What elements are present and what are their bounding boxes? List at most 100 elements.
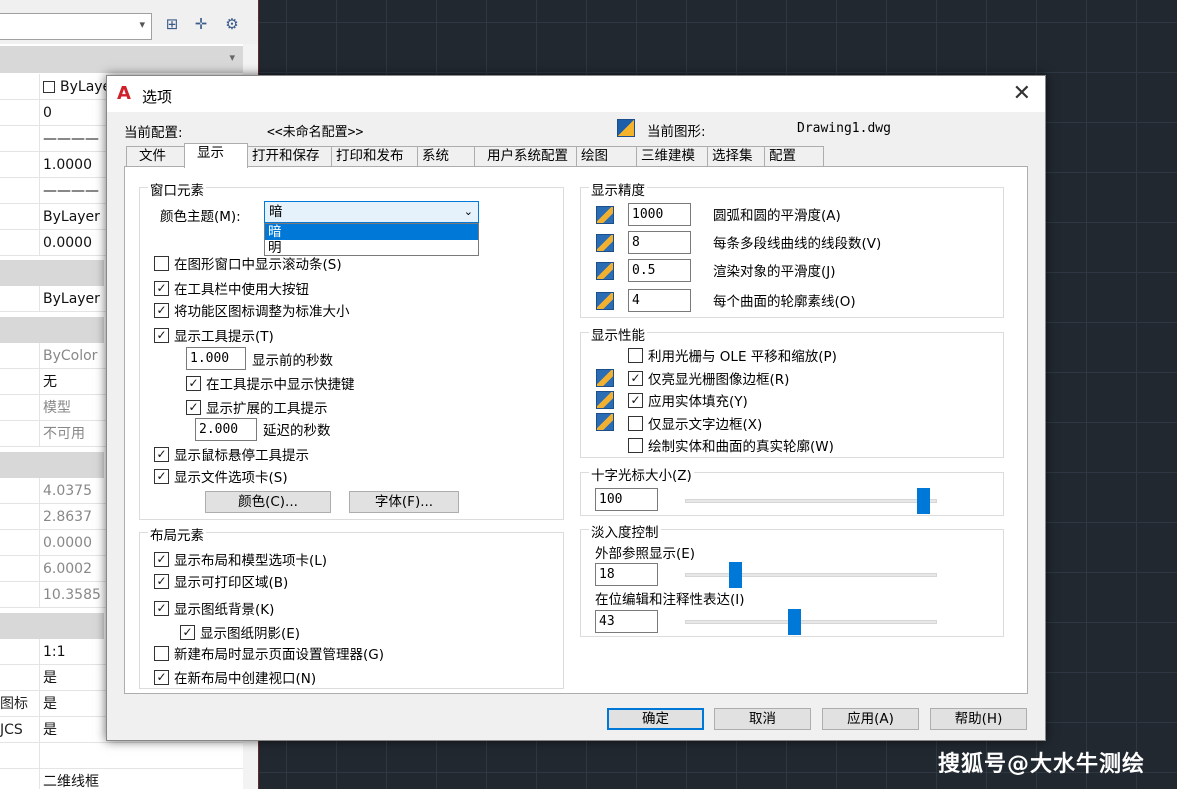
- properties-toolbar: ▾ ⊞ ✛ ⚙: [0, 0, 258, 44]
- checkbox[interactable]: [154, 255, 169, 271]
- slider-thumb[interactable]: [917, 488, 930, 514]
- crosshair-size-input[interactable]: 100: [595, 488, 658, 511]
- tab-files[interactable]: 文件: [126, 146, 185, 167]
- tab-drafting[interactable]: 绘图: [576, 146, 637, 167]
- fonts-button[interactable]: 字体(F)...: [349, 491, 459, 513]
- tab-display[interactable]: 显示: [184, 143, 248, 168]
- toggle-pickadd-icon[interactable]: ⊞: [162, 14, 182, 34]
- section-band[interactable]: [0, 260, 104, 286]
- checkbox[interactable]: ✓: [154, 327, 169, 343]
- drawing-saved-icon: [596, 391, 614, 409]
- tab-user-preferences[interactable]: 用户系统配置: [474, 146, 577, 167]
- polyline-segments-input[interactable]: 8: [628, 231, 691, 254]
- arc-smoothness-input[interactable]: 1000: [628, 203, 691, 226]
- chk-paper-shadow[interactable]: ✓ 显示图纸阴影(E): [180, 622, 300, 642]
- chk-page-setup-manager[interactable]: 新建布局时显示页面设置管理器(G): [154, 643, 384, 663]
- close-button[interactable]: ✕: [1013, 81, 1031, 106]
- contour-lines-input[interactable]: 4: [628, 289, 691, 312]
- drawing-saved-icon: [596, 206, 614, 224]
- chk-layout-tabs[interactable]: ✓ 显示布局和模型选项卡(L): [154, 549, 327, 569]
- ok-button[interactable]: 确定: [607, 708, 704, 730]
- chk-extended-tooltips[interactable]: ✓ 显示扩展的工具提示: [186, 397, 328, 417]
- checkbox[interactable]: ✓: [180, 624, 195, 640]
- autocad-logo-icon: A: [117, 83, 131, 104]
- options-dialog: A 选项 ✕ 当前配置: <<未命名配置>> 当前图形: Drawing1.dw…: [106, 75, 1046, 741]
- color-theme-select[interactable]: 暗 ⌄: [264, 201, 479, 223]
- help-button[interactable]: 帮助(H): [930, 708, 1027, 730]
- option-light[interactable]: 明: [265, 240, 478, 256]
- chk-paper-background[interactable]: ✓ 显示图纸背景(K): [154, 598, 274, 618]
- chk-file-tabs[interactable]: ✓ 显示文件选项卡(S): [154, 466, 288, 486]
- prop-row[interactable]: 二维线框: [0, 769, 243, 789]
- chk-shortcut-keys[interactable]: ✓ 在工具提示中显示快捷键: [186, 373, 355, 393]
- render-smoothness-label: 渲染对象的平滑度(J): [713, 264, 836, 280]
- chk-raster-frame[interactable]: ✓ 仅亮显光栅图像边框(R): [628, 368, 789, 388]
- checkbox[interactable]: ✓: [186, 399, 201, 415]
- render-smoothness-input[interactable]: 0.5: [628, 259, 691, 282]
- slider-thumb[interactable]: [729, 562, 742, 588]
- checkbox[interactable]: [628, 415, 643, 431]
- section-band[interactable]: [0, 613, 104, 639]
- slider-thumb[interactable]: [788, 609, 801, 635]
- chk-scrollbars[interactable]: 在图形窗口中显示滚动条(S): [154, 253, 342, 273]
- crosshair-size-slider[interactable]: [685, 488, 937, 514]
- properties-section-header[interactable]: ▾: [0, 46, 243, 73]
- inplace-fade-input[interactable]: 43: [595, 610, 658, 633]
- tab-profiles[interactable]: 配置: [764, 146, 824, 167]
- tooltip-delay-input[interactable]: 1.000: [186, 347, 246, 370]
- chk-solid-fill[interactable]: ✓ 应用实体填充(Y): [628, 390, 748, 410]
- collapse-icon: ▾: [229, 51, 235, 64]
- checkbox[interactable]: ✓: [154, 468, 169, 484]
- selection-combo[interactable]: ▾: [0, 13, 152, 40]
- chk-create-viewport[interactable]: ✓ 在新布局中创建视口(N): [154, 667, 316, 687]
- checkbox[interactable]: [154, 645, 169, 661]
- extended-delay-label: 延迟的秒数: [263, 423, 331, 439]
- checkbox[interactable]: ✓: [186, 375, 201, 391]
- chevron-down-icon: ▾: [139, 18, 145, 31]
- checkbox[interactable]: ✓: [628, 392, 643, 408]
- select-objects-icon[interactable]: ✛: [191, 14, 211, 34]
- checkbox[interactable]: [628, 347, 643, 363]
- drawing-saved-icon: [596, 369, 614, 387]
- extended-delay-input[interactable]: 2.000: [195, 418, 257, 441]
- chk-rollover[interactable]: ✓ 显示鼠标悬停工具提示: [154, 444, 309, 464]
- display-tab-page: 窗口元素 颜色主题(M): 在图形窗口中显示滚动条(S) ✓ 在工具栏中使用大按钮…: [124, 166, 1028, 694]
- section-band[interactable]: [0, 317, 104, 343]
- quick-select-icon[interactable]: ⚙: [222, 14, 242, 34]
- group-title: 显示性能: [589, 324, 647, 344]
- checkbox[interactable]: ✓: [154, 669, 169, 685]
- xref-fade-label: 外部参照显示(E): [595, 546, 696, 562]
- xref-fade-input[interactable]: 18: [595, 563, 658, 586]
- checkbox[interactable]: ✓: [154, 280, 169, 296]
- tab-open-save[interactable]: 打开和保存: [247, 146, 332, 167]
- checkbox[interactable]: ✓: [154, 302, 169, 318]
- checkbox[interactable]: ✓: [154, 600, 169, 616]
- checkbox[interactable]: ✓: [154, 551, 169, 567]
- apply-button[interactable]: 应用(A): [822, 708, 919, 730]
- colors-button[interactable]: 颜色(C)...: [205, 491, 331, 513]
- checkbox[interactable]: [628, 437, 643, 453]
- tab-plot-publish[interactable]: 打印和发布: [331, 146, 418, 167]
- chk-text-frame[interactable]: 仅显示文字边框(X): [628, 413, 762, 433]
- checkbox[interactable]: ✓: [628, 370, 643, 386]
- chk-printable-area[interactable]: ✓ 显示可打印区域(B): [154, 571, 288, 591]
- chk-large-buttons[interactable]: ✓ 在工具栏中使用大按钮: [154, 278, 309, 298]
- tab-system[interactable]: 系统: [417, 146, 475, 167]
- inplace-fade-slider[interactable]: [685, 609, 937, 635]
- checkbox[interactable]: ✓: [154, 446, 169, 462]
- chk-true-silhouettes[interactable]: 绘制实体和曲面的真实轮廓(W): [628, 435, 834, 455]
- cancel-button[interactable]: 取消: [714, 708, 811, 730]
- tab-3d-modeling[interactable]: 三维建模: [636, 146, 708, 167]
- tab-selection[interactable]: 选择集: [707, 146, 765, 167]
- dialog-titlebar[interactable]: A 选项 ✕: [107, 76, 1045, 112]
- chk-resize-ribbon[interactable]: ✓ 将功能区图标调整为标准大小: [154, 300, 350, 320]
- prop-row[interactable]: [0, 743, 243, 769]
- section-band[interactable]: [0, 452, 104, 478]
- option-dark[interactable]: 暗: [265, 224, 478, 240]
- chk-tooltips[interactable]: ✓ 显示工具提示(T): [154, 325, 274, 345]
- checkbox[interactable]: ✓: [154, 573, 169, 589]
- dialog-title: 选项: [142, 88, 173, 106]
- chk-raster-pan[interactable]: 利用光栅与 OLE 平移和缩放(P): [628, 345, 837, 365]
- watermark: 搜狐号@大水牛测绘: [938, 752, 1146, 777]
- xref-fade-slider[interactable]: [685, 562, 937, 588]
